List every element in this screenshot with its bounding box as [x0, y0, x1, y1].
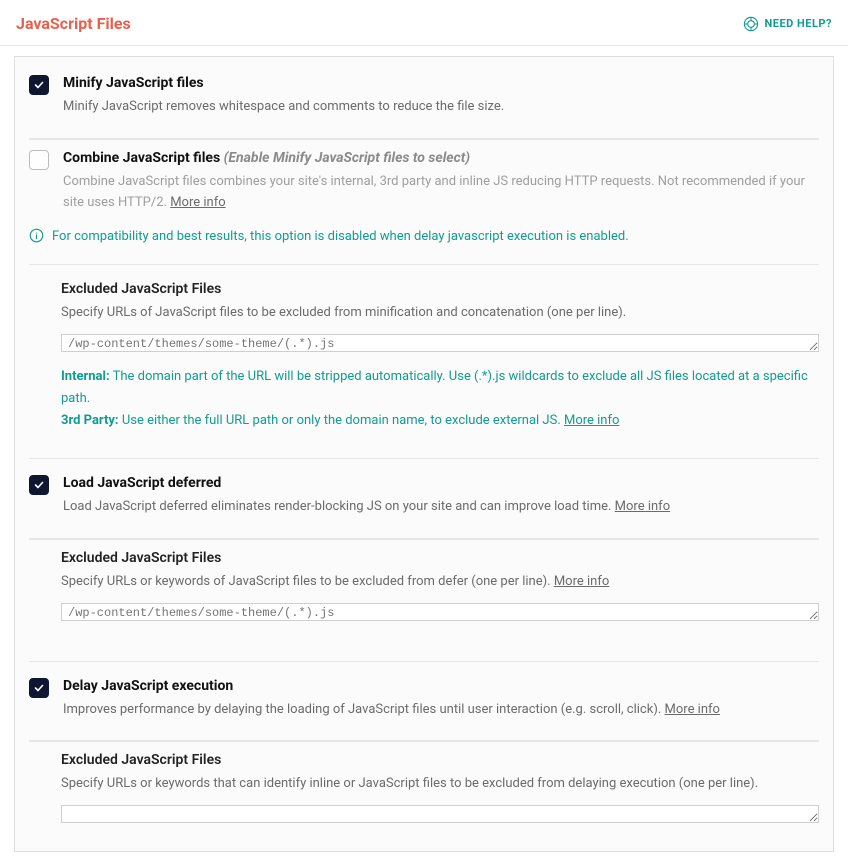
excluded-defer-textarea[interactable]	[61, 603, 819, 621]
excluded-defer-more-info-link[interactable]: More info	[554, 574, 609, 589]
excluded-delay-desc: Specify URLs or keywords that can identi…	[61, 774, 819, 795]
excluded-minify-section: Excluded JavaScript Files Specify URLs o…	[61, 281, 819, 432]
excluded-minify-heading: Excluded JavaScript Files	[61, 281, 819, 297]
delay-desc: Improves performance by delaying the loa…	[63, 702, 665, 717]
check-icon	[33, 682, 45, 694]
excluded-defer-desc: Specify URLs or keywords of JavaScript f…	[61, 574, 554, 589]
option-delay: Delay JavaScript execution Improves perf…	[29, 676, 819, 725]
option-combine: Combine JavaScript files (Enable Minify …	[29, 148, 819, 218]
hint-3p-label: 3rd Party:	[61, 413, 119, 428]
excluded-delay-textarea[interactable]	[61, 805, 819, 823]
defer-checkbox[interactable]	[29, 475, 49, 495]
divider	[29, 538, 819, 540]
excluded-minify-more-info-link[interactable]: More info	[564, 413, 619, 428]
minify-title: Minify JavaScript files	[63, 75, 819, 91]
divider	[29, 138, 819, 140]
need-help-button[interactable]: NEED HELP?	[743, 16, 833, 32]
check-icon	[33, 79, 45, 91]
info-icon	[29, 227, 44, 250]
combine-notice-text: For compatibility and best results, this…	[52, 227, 629, 247]
divider	[29, 661, 819, 662]
section-header: JavaScript Files NEED HELP?	[0, 0, 848, 46]
excluded-defer-heading: Excluded JavaScript Files	[61, 550, 819, 566]
combine-disabled-notice: For compatibility and best results, this…	[29, 227, 819, 250]
excluded-delay-heading: Excluded JavaScript Files	[61, 752, 819, 768]
option-defer: Load JavaScript deferred Load JavaScript…	[29, 473, 819, 522]
excluded-minify-hint: Internal: The domain part of the URL wil…	[61, 366, 819, 432]
delay-title: Delay JavaScript execution	[63, 678, 819, 694]
settings-panel: Minify JavaScript files Minify JavaScrip…	[14, 56, 834, 852]
divider	[29, 740, 819, 742]
delay-desc-row: Improves performance by delaying the loa…	[63, 700, 819, 721]
excluded-minify-desc: Specify URLs of JavaScript files to be e…	[61, 303, 819, 324]
combine-checkbox	[29, 150, 49, 170]
combine-title-row: Combine JavaScript files (Enable Minify …	[63, 150, 819, 166]
combine-desc-row: Combine JavaScript files combines your s…	[63, 172, 819, 214]
minify-checkbox[interactable]	[29, 75, 49, 95]
minify-desc: Minify JavaScript removes whitespace and…	[63, 97, 819, 118]
hint-internal-label: Internal:	[61, 369, 110, 384]
defer-title: Load JavaScript deferred	[63, 475, 819, 491]
combine-more-info-link[interactable]: More info	[170, 195, 225, 210]
need-help-label: NEED HELP?	[765, 17, 833, 30]
check-icon	[33, 479, 45, 491]
divider	[29, 458, 819, 459]
help-icon	[743, 16, 759, 32]
delay-checkbox[interactable]	[29, 678, 49, 698]
delay-more-info-link[interactable]: More info	[665, 702, 720, 717]
hint-internal-text: The domain part of the URL will be strip…	[61, 369, 808, 406]
defer-desc-row: Load JavaScript deferred eliminates rend…	[63, 497, 819, 518]
defer-more-info-link[interactable]: More info	[615, 499, 670, 514]
hint-3p-text: Use either the full URL path or only the…	[119, 413, 564, 428]
combine-title: Combine JavaScript files	[63, 150, 220, 166]
page-title: JavaScript Files	[16, 14, 131, 33]
combine-aside: (Enable Minify JavaScript files to selec…	[224, 150, 470, 166]
option-minify: Minify JavaScript files Minify JavaScrip…	[29, 73, 819, 122]
defer-desc: Load JavaScript deferred eliminates rend…	[63, 499, 615, 514]
excluded-delay-section: Excluded JavaScript Files Specify URLs o…	[61, 752, 819, 827]
excluded-defer-section: Excluded JavaScript Files Specify URLs o…	[61, 550, 819, 625]
excluded-minify-textarea[interactable]	[61, 334, 819, 352]
excluded-defer-desc-row: Specify URLs or keywords of JavaScript f…	[61, 572, 819, 593]
divider	[29, 264, 819, 265]
